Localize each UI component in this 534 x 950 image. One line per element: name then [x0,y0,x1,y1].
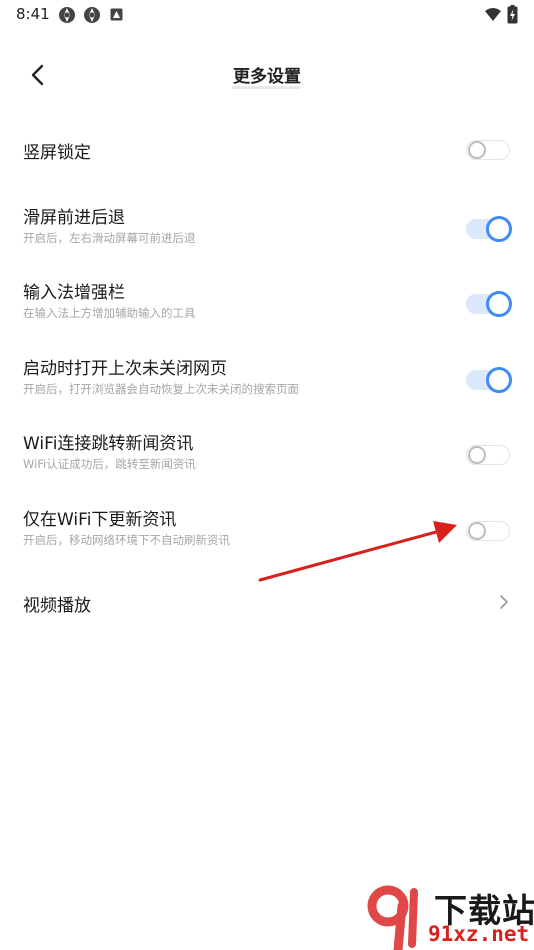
toggle-knob [486,215,512,242]
chevron-right-icon [500,595,508,609]
setting-row-wifi-jump-news[interactable]: WiFi连接跳转新闻资讯 WiFi认证成功后，跳转至新闻资讯 [0,414,534,490]
page-title: 更多设置 [233,67,301,87]
portrait-lock-toggle[interactable] [466,138,512,162]
setting-row-swipe-navigation[interactable]: 滑屏前进后退 开启后，左右滑动屏幕可前进后退 [0,188,534,264]
setting-row-input-enhance-bar[interactable]: 输入法增强栏 在输入法上方增加辅助输入的工具 [0,263,534,339]
photo-notification-icon [110,8,123,21]
settings-list: 竖屏锁定 滑屏前进后退 开启后，左右滑动屏幕可前进后退 输入法增强栏 在输入法上… [0,112,534,641]
wifi-icon [485,8,501,21]
setting-row-wifi-only-news-update[interactable]: 仅在WiFi下更新资讯 开启后，移动网络环境下不自动刷新资讯 [0,490,534,566]
app-header: 更多设置 [0,52,534,96]
status-time: 8:41 [16,5,50,23]
restore-pages-toggle[interactable] [466,366,512,393]
battery-charging-icon [507,5,518,24]
toggle-knob [468,521,486,540]
setting-description: WiFi认证成功后，跳转至新闻资讯 [23,457,196,471]
toggle-knob [468,446,486,464]
wifi-only-news-update-toggle[interactable] [466,519,512,543]
setting-description: 在输入法上方增加辅助输入的工具 [23,306,196,320]
title-underline [232,86,300,89]
status-bar: 8:41 [0,0,534,30]
setting-label: 竖屏锁定 [23,143,91,163]
setting-label: 仅在WiFi下更新资讯 [23,509,177,530]
setting-description: 开启后，左右滑动屏幕可前进后退 [23,230,196,245]
setting-row-portrait-lock[interactable]: 竖屏锁定 [0,112,534,188]
setting-row-restore-pages[interactable]: 启动时打开上次未关闭网页 开启后，打开浏览器会自动恢复上次未关闭的搜索页面 [0,339,534,415]
setting-label: WiFi连接跳转新闻资讯 [23,434,194,454]
toggle-knob [486,291,512,317]
setting-row-video-playback[interactable]: 视频播放 [0,565,534,641]
toggle-knob [486,366,512,393]
setting-label: 启动时打开上次未关闭网页 [23,358,227,379]
setting-description: 开启后，移动网络环境下不自动刷新资讯 [23,532,230,547]
setting-description: 开启后，打开浏览器会自动恢复上次未关闭的搜索页面 [23,381,299,396]
swipe-navigation-toggle[interactable] [466,215,512,242]
site-watermark: 下载站 91xz.net [364,884,534,950]
setting-label: 滑屏前进后退 [23,207,125,228]
watermark-url: 91xz.net [428,922,530,946]
toggle-knob [468,141,486,159]
input-enhance-bar-toggle[interactable] [466,291,512,317]
more-settings-page: 8:41 更多设置 竖屏锁定 滑屏前进后退 开启后，左右滑动屏幕可前进后退 输入… [0,0,534,950]
setting-label: 输入法增强栏 [23,283,125,303]
setting-label: 视频播放 [23,596,91,616]
app-notification-icon [59,7,75,23]
wifi-jump-news-toggle[interactable] [466,443,512,467]
app-notification-icon [84,7,100,23]
91-logo-icon [367,885,418,950]
